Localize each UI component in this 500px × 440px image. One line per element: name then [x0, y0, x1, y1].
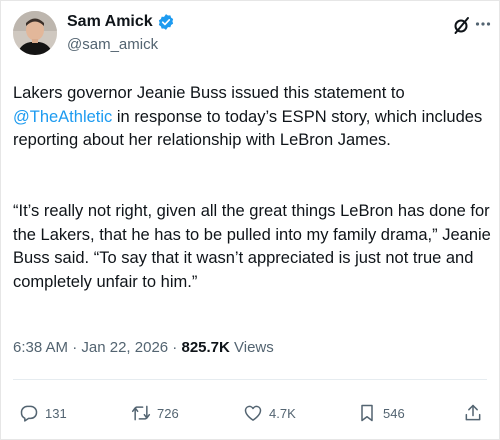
grok-icon[interactable]	[453, 15, 471, 35]
tweet-text: Lakers governor Jeanie Buss issued this …	[13, 84, 405, 102]
share-icon	[463, 403, 483, 423]
like-button[interactable]: 4.7K	[243, 403, 296, 423]
repost-count: 726	[157, 405, 179, 421]
bookmark-button[interactable]: 546	[357, 403, 405, 423]
tweet-text-paragraph-1: Lakers governor Jeanie Buss issued this …	[13, 82, 493, 153]
tweet-time[interactable]: 6:38 AM	[13, 339, 68, 356]
like-count: 4.7K	[269, 405, 296, 421]
views-label: Views	[229, 339, 274, 356]
tweet-card: Sam Amick @sam_amick Lakers governor Jea…	[0, 0, 500, 440]
reply-icon	[19, 403, 39, 423]
bookmark-count: 546	[383, 405, 405, 421]
author-name-row: Sam Amick	[67, 13, 175, 31]
share-button[interactable]	[463, 403, 483, 423]
verified-badge-icon	[157, 13, 175, 31]
tweet-text-paragraph-2: “It’s really not right, given all the gr…	[13, 202, 491, 291]
like-icon	[243, 403, 263, 423]
divider	[13, 379, 487, 380]
author-display-name[interactable]: Sam Amick	[67, 13, 153, 31]
author-handle[interactable]: @sam_amick	[67, 36, 158, 53]
repost-button[interactable]: 726	[131, 403, 179, 423]
more-icon[interactable]	[475, 16, 491, 32]
tweet-date[interactable]: Jan 22, 2026	[81, 339, 168, 356]
mention-link[interactable]: @TheAthletic	[13, 108, 112, 126]
bookmark-icon	[357, 403, 377, 423]
repost-icon	[131, 403, 151, 423]
reply-count: 131	[45, 405, 67, 421]
avatar[interactable]	[13, 11, 57, 55]
meta-separator: ·	[168, 339, 182, 356]
views-count: 825.7K	[181, 339, 230, 356]
reply-button[interactable]: 131	[19, 403, 67, 423]
meta-separator: ·	[68, 339, 82, 356]
tweet-meta: 6:38 AM · Jan 22, 2026 · 825.7K Views	[13, 339, 274, 356]
